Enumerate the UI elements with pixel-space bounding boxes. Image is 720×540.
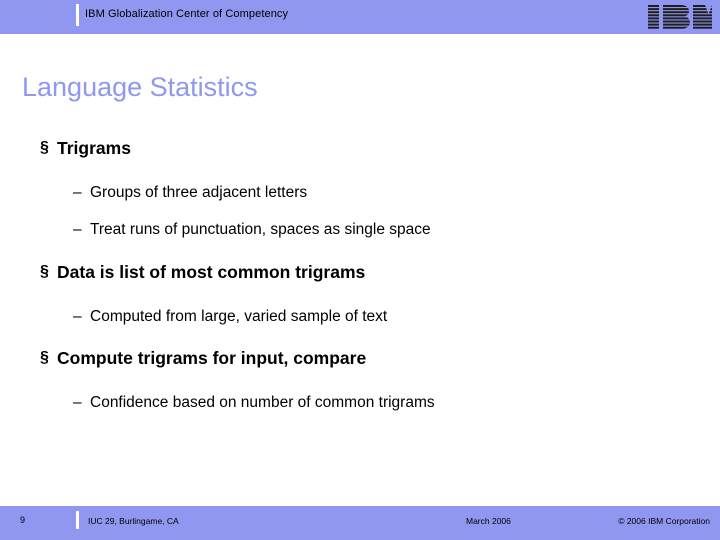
page-number: 9 [20, 515, 26, 525]
bullet-level2: – Groups of three adjacent letters [73, 183, 720, 202]
footer-date-label: March 2006 [466, 516, 511, 526]
bullet-level2: – Computed from large, varied sample of … [73, 307, 720, 326]
bullet-text: Computed from large, varied sample of te… [90, 307, 388, 325]
bullet-level1: § Data is list of most common trigrams [40, 261, 720, 284]
bullet-text: Confidence based on number of common tri… [90, 393, 435, 411]
footer-event-label: IUC 29, Burlingame, CA [88, 516, 179, 526]
footer-accent-rule [76, 511, 79, 529]
bullet-level2: – Confidence based on number of common t… [73, 393, 720, 412]
bullet-marker-icon: § [40, 139, 49, 156]
bullet-level1: § Compute trigrams for input, compare [40, 347, 720, 370]
header-title: IBM Globalization Center of Competency [85, 8, 289, 20]
bullet-level2: – Treat runs of punctuation, spaces as s… [73, 220, 720, 239]
dash-marker-icon: – [73, 307, 82, 325]
bullet-text: Data is list of most common trigrams [57, 261, 366, 282]
bullet-marker-icon: § [40, 348, 49, 366]
bullet-text: Treat runs of punctuation, spaces as sin… [90, 221, 431, 239]
bullet-text: Compute trigrams for input, compare [57, 347, 367, 368]
dash-marker-icon: – [73, 183, 82, 201]
bullet-level1: § Trigrams [40, 138, 720, 160]
bullet-text: Groups of three adjacent letters [90, 183, 308, 201]
ibm-logo-icon [648, 5, 720, 29]
page-title: Language Statistics [22, 72, 258, 102]
slide-body: § Trigrams – Groups of three adjacent le… [0, 138, 720, 412]
dash-marker-icon: – [73, 221, 82, 239]
bullet-text: Trigrams [57, 138, 131, 158]
dash-marker-icon: – [73, 393, 82, 411]
footer-copyright-label: © 2006 IBM Corporation [618, 516, 710, 526]
header-accent-rule [76, 4, 79, 26]
bullet-marker-icon: § [40, 262, 49, 280]
